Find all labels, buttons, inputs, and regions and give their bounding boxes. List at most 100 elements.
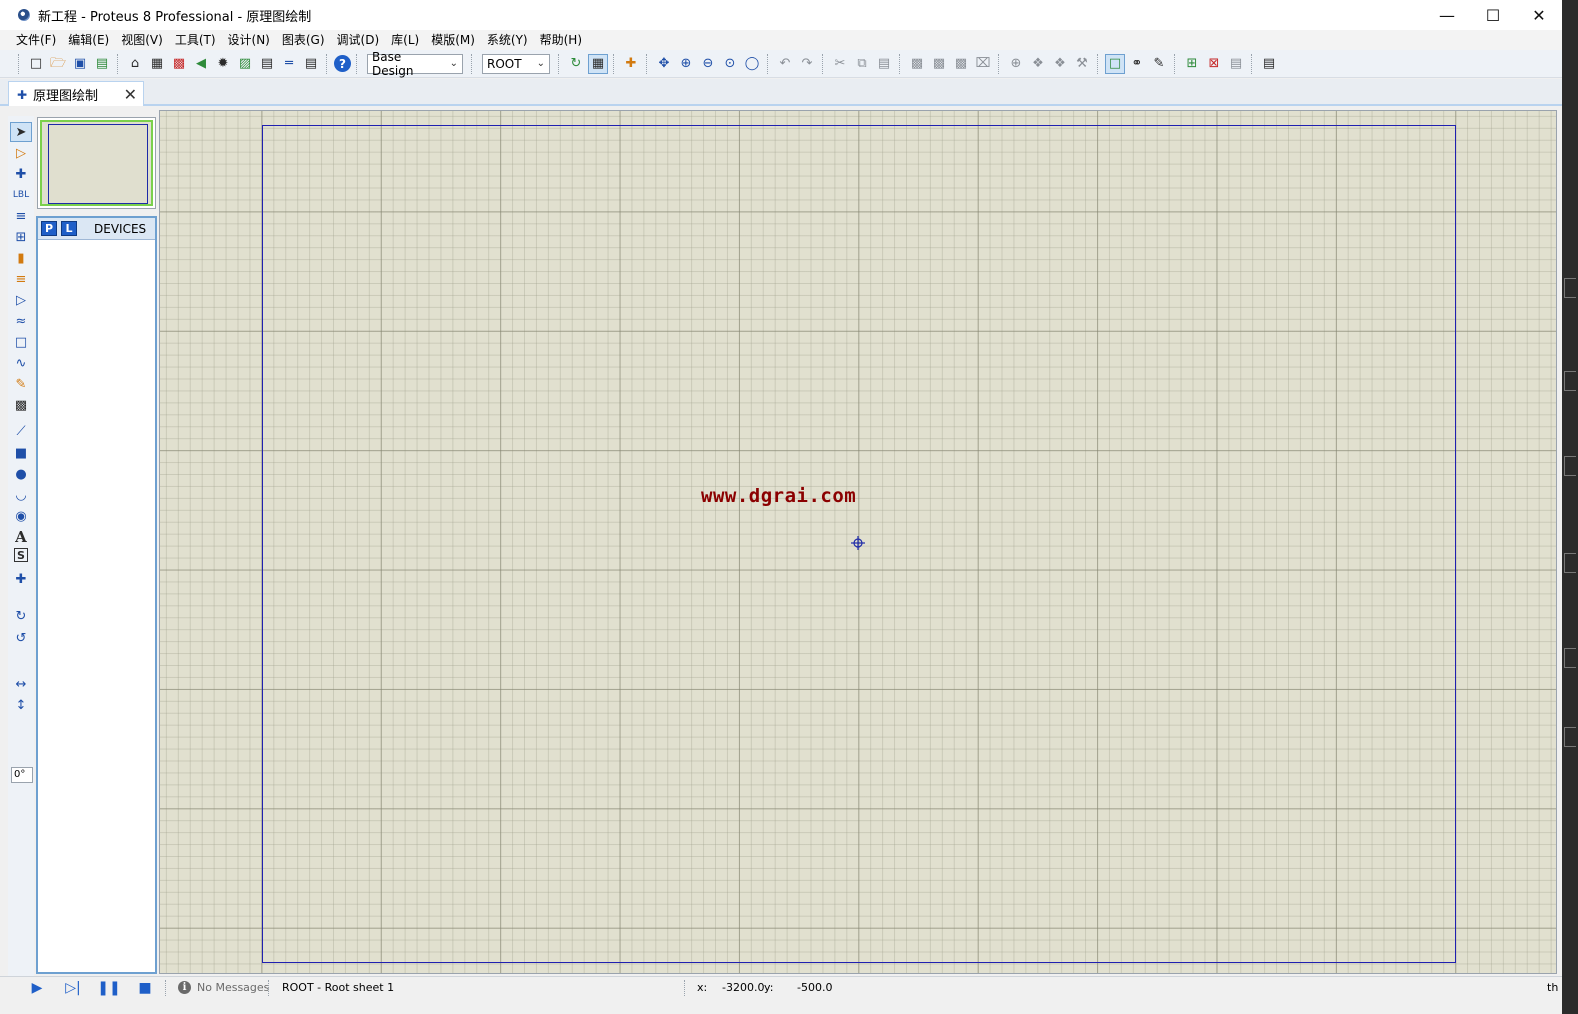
toolbar-grip[interactable] xyxy=(646,53,649,74)
bus-icon[interactable]: ⊞ xyxy=(10,227,32,247)
grid-toggle-icon[interactable]: ▦ xyxy=(588,53,608,74)
library-manager-button[interactable]: L xyxy=(61,221,77,236)
menu-tools[interactable]: 工具(T) xyxy=(169,30,222,50)
toolbar-grip[interactable] xyxy=(767,53,770,74)
decompose-icon[interactable]: ⚒ xyxy=(1072,54,1092,74)
toolbar-grip[interactable] xyxy=(356,53,359,74)
symbol-tool-icon[interactable]: S xyxy=(14,548,28,562)
sheet-select[interactable]: ROOT ⌄ xyxy=(482,53,550,74)
property-assignment-icon[interactable]: ✎ xyxy=(1149,54,1169,74)
pause-icon[interactable]: ❚❚ xyxy=(97,979,120,997)
selection-mode-icon[interactable]: ➤ xyxy=(10,122,32,142)
toolbar-grip[interactable] xyxy=(117,53,120,74)
menu-file[interactable]: 文件(F) xyxy=(10,30,62,50)
graph-icon[interactable]: ≈ xyxy=(10,311,32,331)
rotation-angle-field[interactable]: 0° xyxy=(11,767,33,783)
design-variant-select[interactable]: Base Design ⌄ xyxy=(367,50,463,78)
exit-to-parent-icon[interactable]: ▤ xyxy=(1226,54,1246,74)
block-copy-icon[interactable]: ▩ xyxy=(907,54,927,74)
menu-graph[interactable]: 图表(G) xyxy=(276,30,331,50)
generator-icon[interactable]: ∿ xyxy=(10,353,32,373)
refresh-icon[interactable]: ↻ xyxy=(566,54,586,74)
new-sheet-icon[interactable]: ⊞ xyxy=(1182,54,1202,74)
text-script-icon[interactable]: ≡ xyxy=(10,206,32,226)
undo-icon[interactable]: ↶ xyxy=(775,54,795,74)
toolbar-grip[interactable] xyxy=(326,53,329,74)
source-code-icon[interactable]: ═ xyxy=(279,54,299,74)
toolbar-grip[interactable] xyxy=(998,53,1001,74)
probe-icon[interactable]: ✎ xyxy=(10,374,32,394)
menu-debug[interactable]: 调试(D) xyxy=(331,30,386,50)
mirror-horizontal-icon[interactable]: ↔ xyxy=(10,674,32,694)
menu-system[interactable]: 系统(Y) xyxy=(481,30,534,50)
zoom-in-icon[interactable]: ⊕ xyxy=(676,54,696,74)
remove-sheet-icon[interactable]: ⊠ xyxy=(1204,54,1224,74)
pick-devices-button[interactable]: P xyxy=(41,221,57,236)
menu-view[interactable]: 视图(V) xyxy=(115,30,169,50)
block-delete-icon[interactable]: ⌧ xyxy=(973,54,993,74)
pan-icon[interactable]: ✥ xyxy=(654,54,674,74)
units-indicator[interactable]: th xyxy=(1547,981,1558,994)
arc-tool-icon[interactable]: ◡ xyxy=(10,485,32,505)
toolbar-grip[interactable] xyxy=(899,53,902,74)
terminals-icon[interactable]: ≡ xyxy=(10,269,32,289)
home-icon[interactable]: ⌂ xyxy=(125,54,145,74)
device-pins-icon[interactable]: ▷ xyxy=(10,290,32,310)
tab-schematic-capture[interactable]: ✚ 原理图绘制 ✕ xyxy=(8,81,144,106)
overview-window[interactable] xyxy=(37,117,156,209)
toolbar-grip[interactable] xyxy=(558,53,561,74)
schematic-icon[interactable]: ▦ xyxy=(147,54,167,74)
line-tool-icon[interactable]: ⟋ xyxy=(10,421,32,441)
help-icon[interactable]: ? xyxy=(334,55,351,72)
redo-icon[interactable]: ↷ xyxy=(797,54,817,74)
path-tool-icon[interactable]: ◉ xyxy=(10,506,32,526)
wire-label-icon[interactable]: LBL xyxy=(10,185,32,205)
zoom-area-icon[interactable]: ◯ xyxy=(742,54,762,74)
message-status[interactable]: No Messages xyxy=(197,981,269,994)
search-tag-icon[interactable]: ⚭ xyxy=(1127,54,1147,74)
menu-template[interactable]: 模版(M) xyxy=(425,30,481,50)
pick-device-icon[interactable]: ⊕ xyxy=(1006,54,1026,74)
junction-dot-icon[interactable]: ✚ xyxy=(10,164,32,184)
gerber-viewer-icon[interactable]: ✹ xyxy=(213,54,233,74)
menu-help[interactable]: 帮助(H) xyxy=(534,30,588,50)
box-tool-icon[interactable]: ■ xyxy=(10,443,32,463)
menu-edit[interactable]: 编辑(E) xyxy=(62,30,115,50)
toolbar-grip[interactable] xyxy=(822,53,825,74)
mirror-vertical-icon[interactable]: ↕ xyxy=(10,695,32,715)
toolbar-grip[interactable] xyxy=(1097,53,1100,74)
block-move-icon[interactable]: ▩ xyxy=(929,54,949,74)
import-icon[interactable]: ▤ xyxy=(92,54,112,74)
bill-of-materials-icon[interactable]: ▤ xyxy=(257,54,277,74)
toolbar-grip[interactable] xyxy=(1174,53,1177,74)
zoom-out-icon[interactable]: ⊖ xyxy=(698,54,718,74)
toolbar-grip[interactable] xyxy=(1251,53,1254,74)
menu-design[interactable]: 设计(N) xyxy=(222,30,276,50)
tape-recorder-icon[interactable]: □ xyxy=(10,332,32,352)
virtual-instrument-icon[interactable]: ▩ xyxy=(10,395,32,415)
subcircuit-icon[interactable]: ▮ xyxy=(10,248,32,268)
zoom-all-icon[interactable]: ⊙ xyxy=(720,54,740,74)
netlist-icon[interactable]: ▤ xyxy=(1259,54,1279,74)
rotate-anticlockwise-icon[interactable]: ↺ xyxy=(10,628,32,648)
cut-icon[interactable]: ✂ xyxy=(830,54,850,74)
step-icon[interactable]: ▷​| xyxy=(64,979,82,997)
paste-icon[interactable]: ▤ xyxy=(874,54,894,74)
circle-tool-icon[interactable]: ● xyxy=(10,464,32,484)
toolbar-grip[interactable] xyxy=(18,53,21,74)
origin-icon[interactable]: ✚ xyxy=(621,54,641,74)
text-tool-icon[interactable]: A xyxy=(10,527,32,547)
block-rotate-icon[interactable]: ▩ xyxy=(951,54,971,74)
title-bar[interactable]: 新工程 - Proteus 8 Professional - 原理图绘制 — ☐… xyxy=(0,0,1562,30)
stop-icon[interactable]: ■ xyxy=(136,979,154,997)
new-file-icon[interactable]: □ xyxy=(26,54,46,74)
toolbar-grip[interactable] xyxy=(613,53,616,74)
component-mode-icon[interactable]: ▷ xyxy=(10,143,32,163)
design-explorer-icon[interactable]: ▨ xyxy=(235,54,255,74)
notes-icon[interactable]: ▤ xyxy=(301,54,321,74)
play-icon[interactable]: ▶ xyxy=(28,979,46,997)
menu-library[interactable]: 库(L) xyxy=(385,30,425,50)
3d-viewer-icon[interactable]: ◀ xyxy=(191,54,211,74)
schematic-editing-canvas[interactable]: www.dgrai.com xyxy=(159,110,1557,974)
minimize-button[interactable]: — xyxy=(1424,0,1470,30)
